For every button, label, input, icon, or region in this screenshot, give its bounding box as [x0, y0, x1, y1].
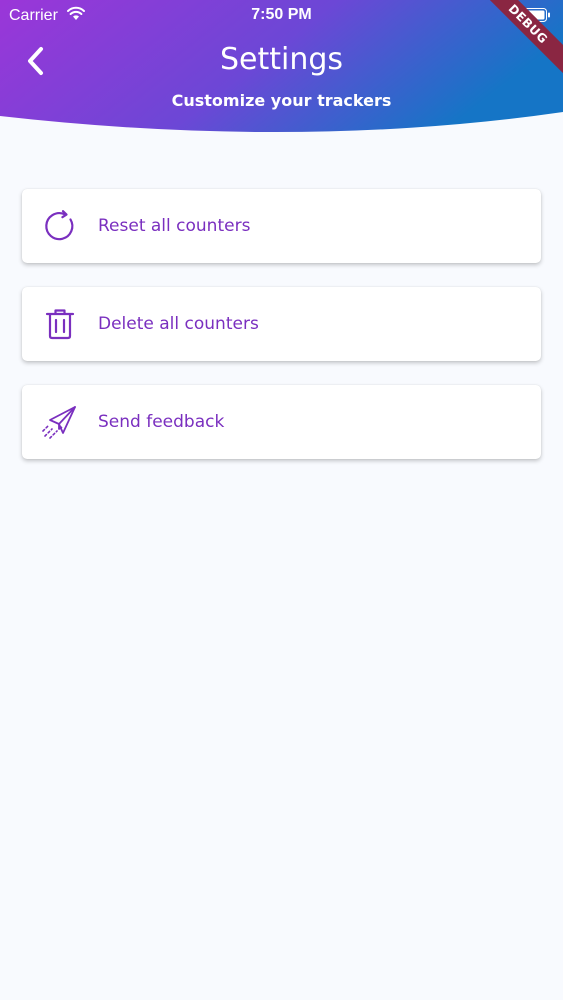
- header: Carrier 7:50 PM DEBUG Settings Customize: [0, 0, 563, 140]
- status-time: 7:50 PM: [251, 6, 312, 23]
- menu-item-label: Send feedback: [98, 412, 225, 432]
- settings-menu: Reset all counters Delete all counters S…: [22, 189, 541, 483]
- page-title: Settings: [219, 42, 344, 77]
- status-bar: Carrier 7:50 PM: [0, 0, 563, 30]
- send-feedback-button[interactable]: Send feedback: [22, 385, 541, 459]
- refresh-icon: [42, 208, 78, 244]
- reset-counters-button[interactable]: Reset all counters: [22, 189, 541, 263]
- trash-icon: [42, 306, 78, 342]
- paper-plane-icon: [42, 404, 78, 440]
- menu-item-label: Reset all counters: [98, 216, 251, 236]
- delete-counters-button[interactable]: Delete all counters: [22, 287, 541, 361]
- menu-item-label: Delete all counters: [98, 314, 259, 334]
- page-subtitle: Customize your trackers: [171, 91, 392, 110]
